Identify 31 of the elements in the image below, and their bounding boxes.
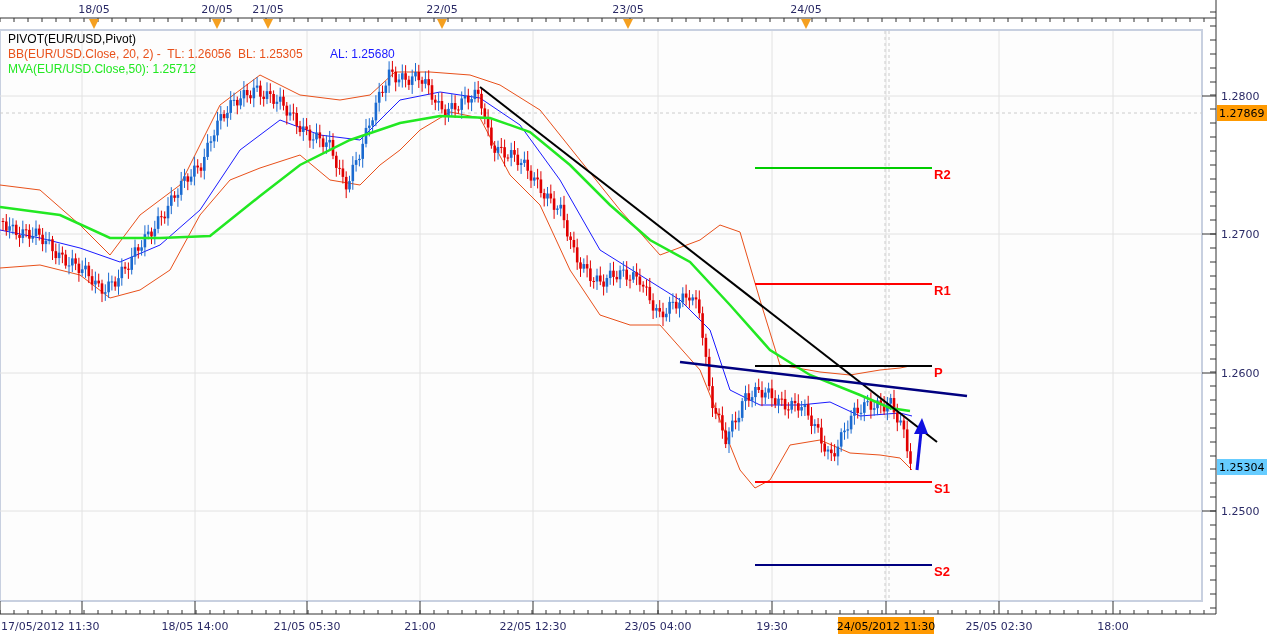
date-label: 21/05 (252, 3, 284, 16)
indicator-legend: PIVOT(EUR/USD,Pivot) (8, 32, 136, 46)
indicator-legend: AL: 1.25680 (330, 47, 395, 61)
pivot-label: R1 (934, 283, 951, 298)
date-label: 24/05 (790, 3, 822, 16)
up-arrow-drawing (914, 418, 928, 471)
date-label: 20/05 (201, 3, 233, 16)
time-label: 17/05/2012 11:30 (1, 620, 100, 633)
time-label: 19:30 (756, 620, 788, 633)
time-label: 18/05 14:00 (161, 620, 229, 633)
time-label: 25/05 02:30 (965, 620, 1033, 633)
price-label: 1.2500 (1221, 505, 1260, 518)
date-label: 22/05 (426, 3, 458, 16)
pivot-label: P (934, 365, 943, 380)
time-label: 21:00 (404, 620, 436, 633)
price-label: 1.2600 (1221, 367, 1260, 380)
pivot-label: S2 (934, 564, 950, 579)
price-tag-label: 1.25304 (1219, 461, 1265, 474)
time-label: 21/05 05:30 (273, 620, 341, 633)
date-label: 23/05 (612, 3, 644, 16)
time-label: 18:00 (1097, 620, 1129, 633)
pivot-label: R2 (934, 167, 951, 182)
time-label: 22/05 12:30 (499, 620, 567, 633)
price-label: 1.2800 (1221, 90, 1260, 103)
indicator-legend: MVA(EUR/USD.Close,50): 1.25712 (8, 62, 196, 76)
date-label: 18/05 (78, 3, 110, 16)
price-tag-label: 1.27869 (1219, 107, 1265, 120)
time-label: 23/05 04:00 (624, 620, 692, 633)
price-label: 1.2700 (1221, 228, 1260, 241)
pivot-label: S1 (934, 481, 950, 496)
indicator-legend: BB(EUR/USD.Close, 20, 2) - TL: 1.26056 BL: 1.25305 (8, 47, 303, 61)
